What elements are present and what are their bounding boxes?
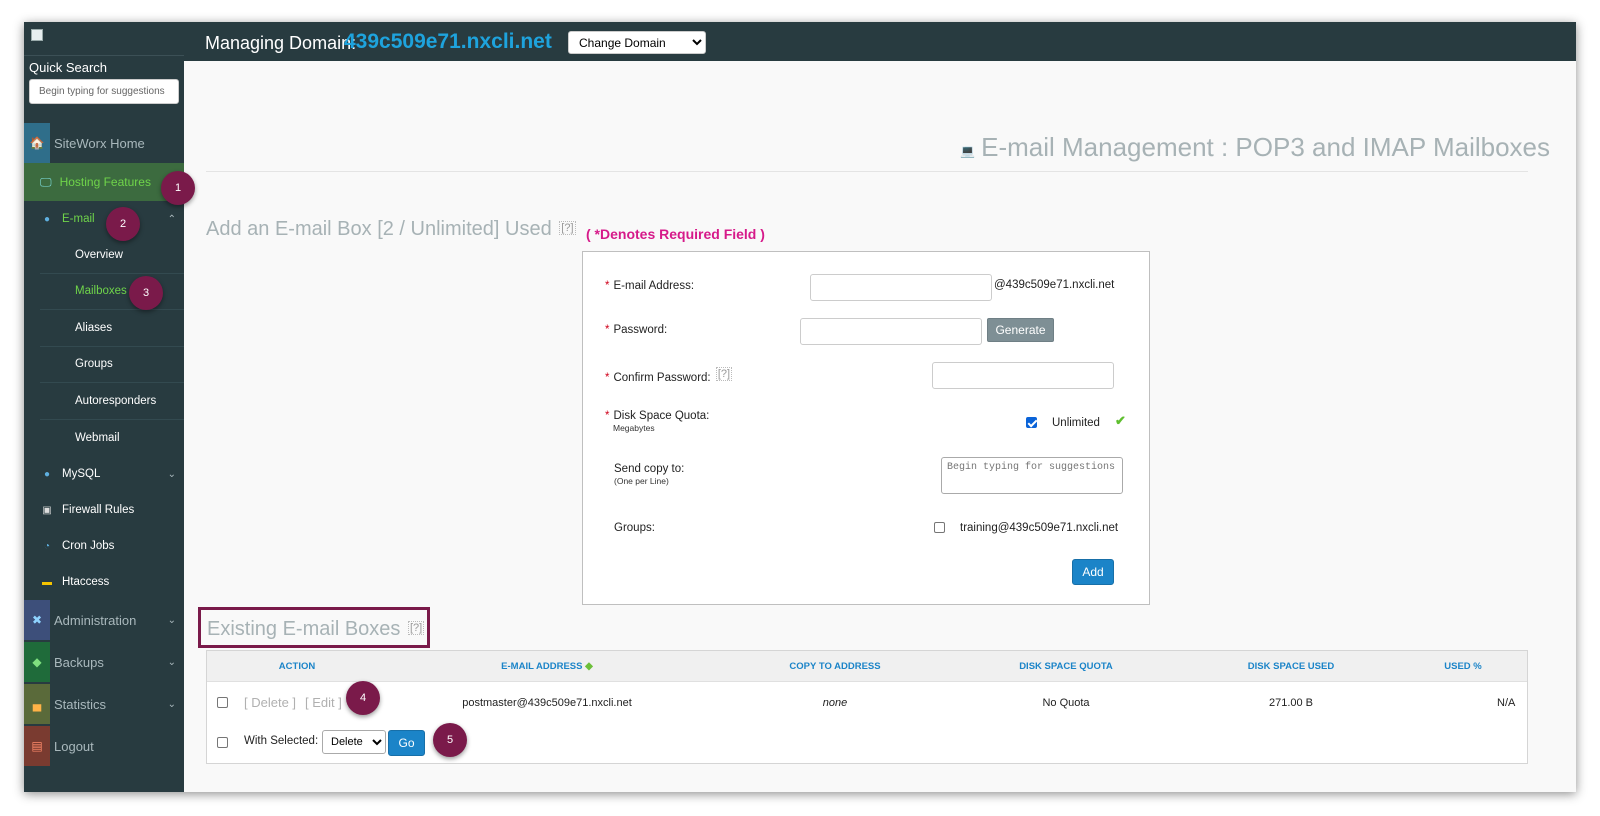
sidebar-item-aliases[interactable]: Aliases: [40, 310, 184, 347]
used-cell: 271.00 B: [1268, 697, 1314, 709]
chevron-up-icon: ⌃: [167, 213, 176, 225]
managing-domain-label: Managing Domain:: [205, 33, 357, 53]
unlimited-checkbox[interactable]: [1026, 417, 1037, 428]
send-copy-textarea[interactable]: [941, 457, 1123, 494]
sidebar-item-statistics[interactable]: ▄ Statistics ⌄: [24, 684, 184, 724]
col-action: ACTION: [278, 661, 316, 672]
col-disk-space-used: DISK SPACE USED: [1247, 661, 1335, 672]
sidebar-item-email[interactable]: ● E-mail ⌃: [24, 201, 184, 237]
sidebar-item-siteworx-home[interactable]: 🏠 SiteWorx Home: [24, 123, 184, 163]
existing-mailboxes-heading: Existing E-mail Boxes [?]: [198, 607, 430, 648]
database-icon: ●: [43, 468, 51, 480]
sidebar-item-overview[interactable]: Overview: [40, 237, 184, 274]
sidebar-item-backups[interactable]: ◆ Backups ⌄: [24, 642, 184, 682]
email-address-input[interactable]: [810, 274, 992, 301]
quick-search-input[interactable]: [29, 79, 179, 104]
chevron-down-icon: ⌄: [167, 614, 176, 626]
go-button[interactable]: Go: [388, 730, 425, 756]
monitor-icon: 🖵: [40, 174, 52, 189]
sidebar-item-mysql[interactable]: ● MySQL ⌄: [24, 456, 184, 492]
check-icon: ✔: [1115, 413, 1126, 428]
copy-to-cell: none: [822, 697, 848, 709]
help-icon[interactable]: [?]: [559, 221, 576, 235]
with-selected-label: With Selected:: [244, 735, 319, 747]
change-domain-select[interactable]: Change Domain: [568, 31, 706, 54]
password-input[interactable]: [800, 318, 982, 345]
add-mailbox-heading: Add an E-mail Box [2 / Unlimited] Used […: [206, 218, 576, 240]
sidebar-item-administration[interactable]: ✖ Administration ⌄: [24, 600, 184, 640]
confirm-password-label: * Confirm Password: [?]: [605, 367, 733, 384]
domain-name: 439c509e71.nxcli.net: [344, 30, 552, 53]
mail-icon: 💻: [960, 143, 976, 158]
password-label: * Password:: [605, 324, 668, 336]
sort-icon: ◆: [585, 661, 593, 672]
callout-marker: 5: [433, 723, 467, 757]
backup-icon: ◆: [24, 642, 50, 682]
tools-icon: ✖: [24, 600, 50, 640]
col-disk-space-quota: DISK SPACE QUOTA: [1019, 661, 1113, 672]
groups-label: Groups:: [614, 522, 655, 534]
sidebar-item-firewall-rules[interactable]: ▣ Firewall Rules: [24, 492, 184, 528]
email-address-label: * E-mail Address:: [605, 280, 695, 292]
row-checkbox[interactable]: [217, 697, 228, 708]
sidebar-item-logout[interactable]: ▤ Logout: [24, 726, 184, 766]
help-icon[interactable]: [?]: [715, 367, 733, 381]
email-domain-suffix: @439c509e71.nxcli.net: [994, 279, 1115, 291]
callout-marker: 1: [161, 171, 195, 205]
delete-link[interactable]: [ Delete ]: [244, 695, 296, 710]
main-content: 💻 E-mail Management : POP3 and IMAP Mail…: [184, 61, 1576, 792]
mailboxes-table: ACTION E-MAIL ADDRESS ◆ COPY TO ADDRESS …: [206, 650, 1528, 764]
confirm-password-input[interactable]: [932, 362, 1114, 389]
edit-link[interactable]: [ Edit ]: [305, 695, 342, 710]
divider: [206, 171, 1528, 172]
sidebar-item-cron-jobs[interactable]: ◔ Cron Jobs: [24, 528, 184, 564]
email-address-cell: postmaster@439c509e71.nxcli.net: [462, 697, 632, 709]
chevron-down-icon: ⌄: [167, 656, 176, 668]
sidebar-item-webmail[interactable]: Webmail: [40, 420, 184, 457]
page-title: 💻 E-mail Management : POP3 and IMAP Mail…: [960, 132, 1550, 162]
firewall-icon: ▣: [42, 504, 52, 516]
col-email-address[interactable]: E-MAIL ADDRESS ◆: [501, 661, 593, 672]
chevron-down-icon: ⌄: [167, 698, 176, 710]
bulk-action-select[interactable]: Delete: [322, 730, 386, 754]
add-mailbox-button[interactable]: Add: [1072, 559, 1114, 585]
used-percent-cell: N/A: [1497, 697, 1516, 709]
sidebar-item-autoresponders[interactable]: Autoresponders: [40, 383, 184, 420]
sidebar: Quick Search 🏠 SiteWorx Home 🖵 Hosting F…: [24, 22, 184, 792]
home-icon: 🏠: [24, 123, 50, 163]
group-checkbox[interactable]: [934, 522, 945, 533]
col-used-percent: USED %: [1444, 661, 1482, 672]
callout-marker: 2: [106, 207, 140, 241]
sidebar-item-groups[interactable]: Groups: [40, 347, 184, 383]
table-header: ACTION E-MAIL ADDRESS ◆ COPY TO ADDRESS …: [207, 651, 1527, 682]
sidebar-item-htaccess[interactable]: ▬ Htaccess: [24, 564, 184, 600]
group-option-label: training@439c509e71.nxcli.net: [960, 522, 1119, 534]
callout-marker: 4: [346, 681, 380, 715]
app-window: Quick Search 🏠 SiteWorx Home 🖵 Hosting F…: [24, 22, 1576, 792]
logout-icon: ▤: [24, 726, 50, 766]
clock-icon: ◔: [43, 540, 51, 552]
add-mailbox-form: * E-mail Address: @439c509e71.nxcli.net *…: [582, 251, 1150, 605]
callout-marker: 3: [129, 276, 163, 310]
generate-password-button[interactable]: Generate: [987, 318, 1054, 342]
unlimited-label: Unlimited: [1052, 417, 1100, 429]
logo: [24, 22, 184, 56]
folder-icon: ▬: [42, 576, 52, 588]
broken-image-icon: [31, 29, 43, 41]
select-all-checkbox[interactable]: [217, 737, 228, 748]
disk-quota-label: * Disk Space Quota: Megabytes: [605, 410, 710, 433]
quick-search-label: Quick Search: [29, 60, 108, 75]
help-icon[interactable]: [?]: [407, 621, 425, 635]
top-bar: Managing Domain: 439c509e71.nxcli.net Ch…: [184, 22, 1576, 61]
required-field-note: ( *Denotes Required Field ): [586, 226, 765, 242]
quota-cell: No Quota: [1042, 697, 1090, 709]
col-copy-to-address: COPY TO ADDRESS: [789, 661, 881, 672]
globe-icon: ●: [43, 213, 51, 225]
sidebar-item-hosting-features[interactable]: 🖵 Hosting Features: [24, 163, 184, 201]
chevron-down-icon: ⌄: [167, 468, 176, 480]
sidebar-nav: 🏠 SiteWorx Home 🖵 Hosting Features ● E-m…: [24, 123, 184, 766]
send-copy-label: Send copy to: (One per Line): [614, 463, 685, 486]
chart-icon: ▄: [24, 684, 50, 724]
